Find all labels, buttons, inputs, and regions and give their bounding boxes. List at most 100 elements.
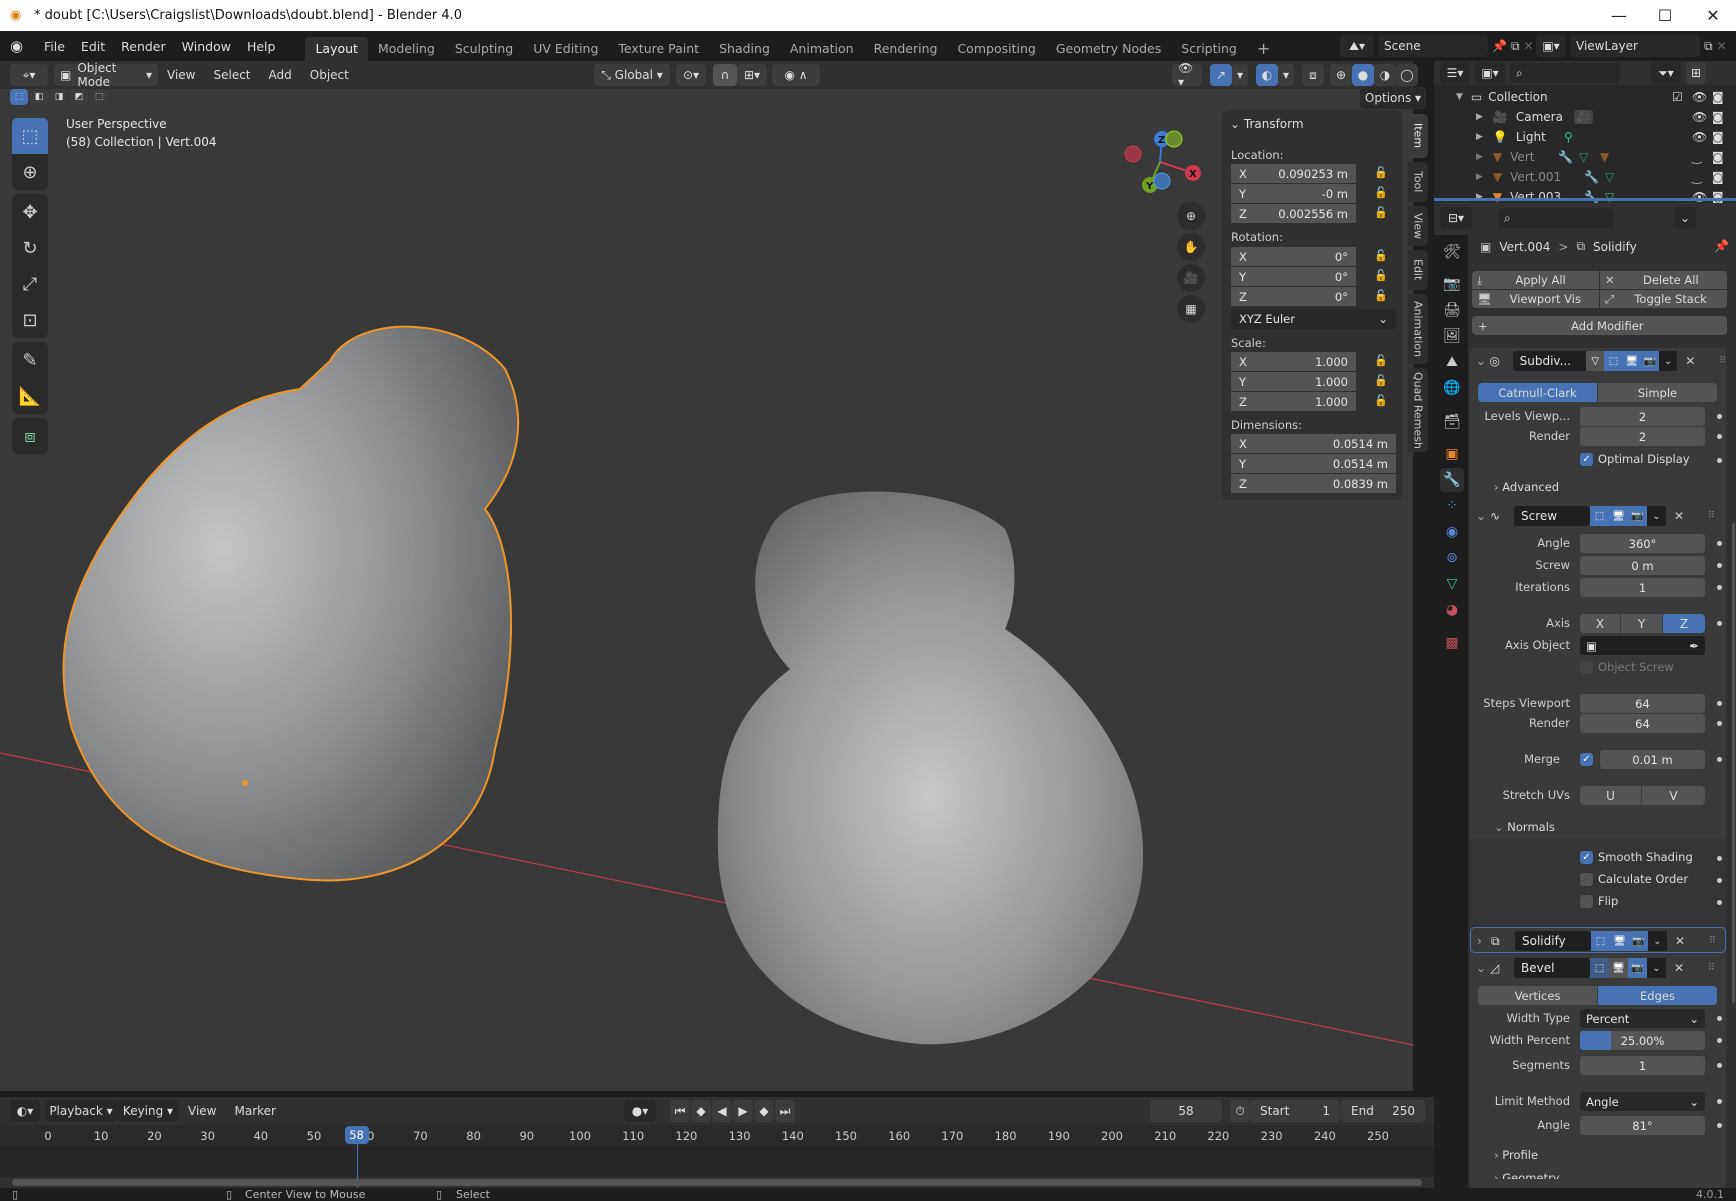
bevel-angle-field[interactable]: 81° — [1580, 1116, 1705, 1135]
timeline-menu-view[interactable]: View — [179, 1104, 225, 1118]
gizmo-dropdown[interactable]: ▾ — [1232, 64, 1248, 86]
render-steps-field[interactable]: 64 — [1580, 714, 1705, 733]
lock-icon[interactable]: 🔓 — [1374, 186, 1388, 199]
npanel-tab-edit[interactable]: Edit — [1408, 250, 1428, 290]
render-levels-field[interactable]: 2 — [1580, 427, 1705, 446]
outliner-row-camera[interactable]: ▶ 🎥 Camera 🎥 👁 ◙ — [1434, 107, 1736, 127]
orientation-dropdown[interactable]: ⤡ Global ▾ — [594, 64, 670, 86]
scene-properties-icon[interactable]: ⛰ — [1440, 350, 1464, 374]
flip-checkbox[interactable]: Flip — [1580, 894, 1618, 908]
material-shading-icon[interactable]: ◑ — [1374, 64, 1396, 86]
prev-keyframe-icon[interactable]: ◆ — [691, 1100, 711, 1122]
render-icon[interactable]: 📷 — [1629, 931, 1648, 951]
solidify-modifier-panel[interactable]: › ⧉ Solidify ⬚ 🖥 📷 ⌄ ✕ ⠿ — [1470, 927, 1726, 953]
render-icon[interactable]: 📷 — [1628, 506, 1647, 526]
drag-handle-icon[interactable]: ⠿ — [1709, 936, 1716, 946]
material-properties-icon[interactable]: ◕ — [1440, 598, 1464, 622]
normals-subpanel-header[interactable]: ⌄ Normals — [1494, 820, 1555, 834]
next-keyframe-icon[interactable]: ◆ — [754, 1100, 774, 1122]
eye-closed-icon[interactable]: ‿ — [1692, 150, 1702, 164]
workspace-tab-geometry-nodes[interactable]: Geometry Nodes — [1046, 37, 1171, 61]
modifier-properties-icon[interactable]: 🔧 — [1440, 468, 1464, 492]
axis-z-button[interactable]: Z — [1663, 614, 1705, 633]
dimension-y-field[interactable]: Y 0.0514 m — [1231, 454, 1396, 473]
gizmo-toggle-icon[interactable]: ↗ — [1210, 64, 1232, 86]
lock-icon[interactable]: 🔓 — [1374, 166, 1388, 179]
menu-render[interactable]: Render — [113, 39, 174, 54]
scale-y-field[interactable]: Y 1.000 — [1231, 372, 1356, 391]
edit-mode-icon[interactable]: ⬚ — [1604, 351, 1623, 371]
solid-shading-icon[interactable]: ● — [1352, 64, 1374, 86]
add-modifier-button[interactable]: + Add Modifier — [1472, 316, 1727, 335]
keyframe-dot[interactable] — [1717, 563, 1722, 568]
overlays-toggle-icon[interactable]: ◐ — [1256, 64, 1278, 86]
output-properties-icon[interactable]: 🖨 — [1440, 298, 1464, 322]
workspace-tab-layout[interactable]: Layout — [305, 37, 368, 61]
menu-help[interactable]: Help — [239, 39, 284, 54]
screw-field[interactable]: 0 m — [1580, 556, 1705, 575]
realtime-display-icon[interactable]: 🖥 — [1609, 506, 1628, 526]
modifier-wrench-icon[interactable]: 🔧 — [1584, 190, 1599, 204]
eye-icon[interactable]: 👁 — [1692, 90, 1707, 104]
overlays-dropdown[interactable]: ▾ — [1278, 64, 1294, 86]
keyframe-dot[interactable] — [1717, 458, 1722, 463]
new-scene-icon[interactable]: ⧉ — [1511, 39, 1520, 54]
location-z-field[interactable]: Z 0.002556 m — [1231, 204, 1356, 223]
world-properties-icon[interactable]: 🌐 — [1440, 376, 1464, 400]
outliner-row-vert001[interactable]: ▶ ▼ Vert.001 🔧 ▽ ‿ ◙ — [1434, 167, 1736, 187]
proportional-editing-toggle[interactable]: ◉ ∧ — [772, 64, 820, 86]
jump-end-icon[interactable]: ⏭ — [775, 1100, 795, 1122]
render-camera-icon[interactable]: ◙ — [1712, 150, 1724, 164]
particle-properties-icon[interactable]: ⁘ — [1440, 494, 1464, 518]
menu-file[interactable]: File — [36, 39, 73, 54]
playhead-frame-badge[interactable]: 58 — [344, 1126, 369, 1144]
rotation-mode-dropdown[interactable]: XYZ Euler ⌄ — [1231, 309, 1396, 329]
selected-object-vert004[interactable] — [62, 325, 520, 882]
collapse-chevron-icon[interactable]: ⌄ — [1476, 509, 1490, 523]
npanel-tab-animation[interactable]: Animation — [1408, 294, 1428, 364]
advanced-subpanel[interactable]: › Advanced — [1494, 480, 1559, 494]
workspace-tab-texture-paint[interactable]: Texture Paint — [608, 37, 709, 61]
viewport-menu-object[interactable]: Object — [301, 68, 358, 82]
keyframe-dot[interactable] — [1717, 414, 1722, 419]
timeline-track-area[interactable] — [0, 1147, 1434, 1177]
object-screw-checkbox[interactable]: Object Screw — [1580, 660, 1674, 674]
play-reverse-icon[interactable]: ◀ — [712, 1100, 732, 1122]
mesh-data-icon[interactable]: ▽ — [1605, 190, 1614, 204]
modifier-menu-dropdown[interactable]: ⌄ — [1648, 931, 1667, 951]
collection-properties-icon[interactable]: 🗃 — [1440, 410, 1464, 434]
pin-icon[interactable]: 📌 — [1714, 239, 1729, 253]
xray-toggle-icon[interactable]: ⧈ — [1302, 64, 1324, 86]
simple-button[interactable]: Simple — [1598, 383, 1717, 402]
render-properties-icon[interactable]: 📷 — [1440, 272, 1464, 296]
jump-start-icon[interactable]: ⏮ — [670, 1100, 690, 1122]
blender-menu-icon[interactable]: ◉ — [10, 37, 30, 55]
rotation-x-field[interactable]: X 0° — [1231, 247, 1356, 266]
edit-mode-icon[interactable]: ⬚ — [1590, 958, 1609, 978]
modifier-name-field[interactable]: Screw — [1514, 506, 1590, 526]
render-icon[interactable]: 📷 — [1628, 958, 1647, 978]
render-icon[interactable]: 📷 — [1640, 351, 1660, 371]
properties-options-dropdown[interactable]: ⌄ — [1674, 207, 1696, 229]
lock-icon[interactable]: 🔓 — [1374, 374, 1388, 387]
workspace-tab-uv-editing[interactable]: UV Editing — [523, 37, 608, 61]
eye-icon[interactable]: 👁 — [1692, 190, 1707, 204]
axis-y-button[interactable]: Y — [1621, 614, 1663, 633]
edges-mode-button[interactable]: Edges — [1598, 986, 1717, 1005]
merge-checkbox[interactable]: ✓ — [1580, 753, 1593, 766]
rendered-shading-icon[interactable]: ◯ — [1396, 64, 1418, 86]
steps-viewport-field[interactable]: 64 — [1580, 694, 1705, 713]
eye-closed-icon[interactable]: ‿ — [1692, 170, 1702, 184]
keyframe-dot[interactable] — [1717, 856, 1722, 861]
zoom-view-icon[interactable]: ⊕ — [1177, 202, 1205, 230]
viewport-vis-button[interactable]: 🖥 Viewport Vis — [1472, 290, 1599, 308]
new-view-layer-icon[interactable]: ⧉ — [1704, 39, 1713, 54]
workspace-tab-compositing[interactable]: Compositing — [947, 37, 1045, 61]
delete-all-button[interactable]: ✕ Delete All — [1600, 271, 1727, 289]
transform-panel-header[interactable]: ⌄ Transform — [1230, 117, 1304, 131]
collapse-chevron-icon[interactable]: ⌄ — [1476, 961, 1490, 975]
iterations-field[interactable]: 1 — [1580, 578, 1705, 597]
optimal-display-checkbox[interactable]: ✓ Optimal Display — [1580, 452, 1690, 466]
toggle-perspective-icon[interactable]: ▦ — [1177, 295, 1205, 323]
keyframe-dot[interactable] — [1717, 541, 1722, 546]
